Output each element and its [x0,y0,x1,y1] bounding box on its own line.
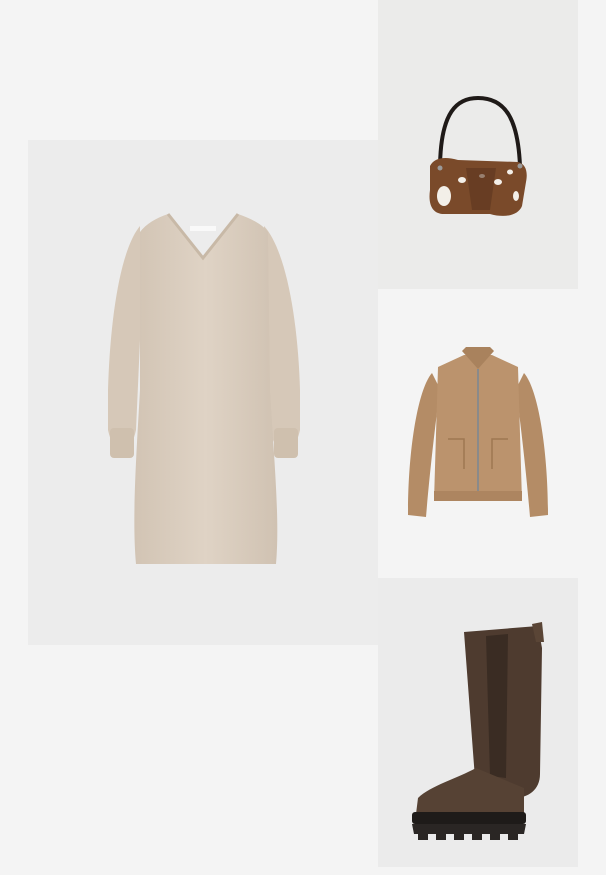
shoulder-bag-icon [429,95,527,216]
suede-jacket-icon [408,347,548,517]
product-tile-boot[interactable] [378,578,578,867]
product-tile-jacket[interactable] [378,289,578,578]
product-tile-dress[interactable] [28,140,378,645]
chelsea-boot-icon [412,622,544,840]
knit-dress-icon [108,213,300,564]
product-tile-bag[interactable] [378,0,578,289]
